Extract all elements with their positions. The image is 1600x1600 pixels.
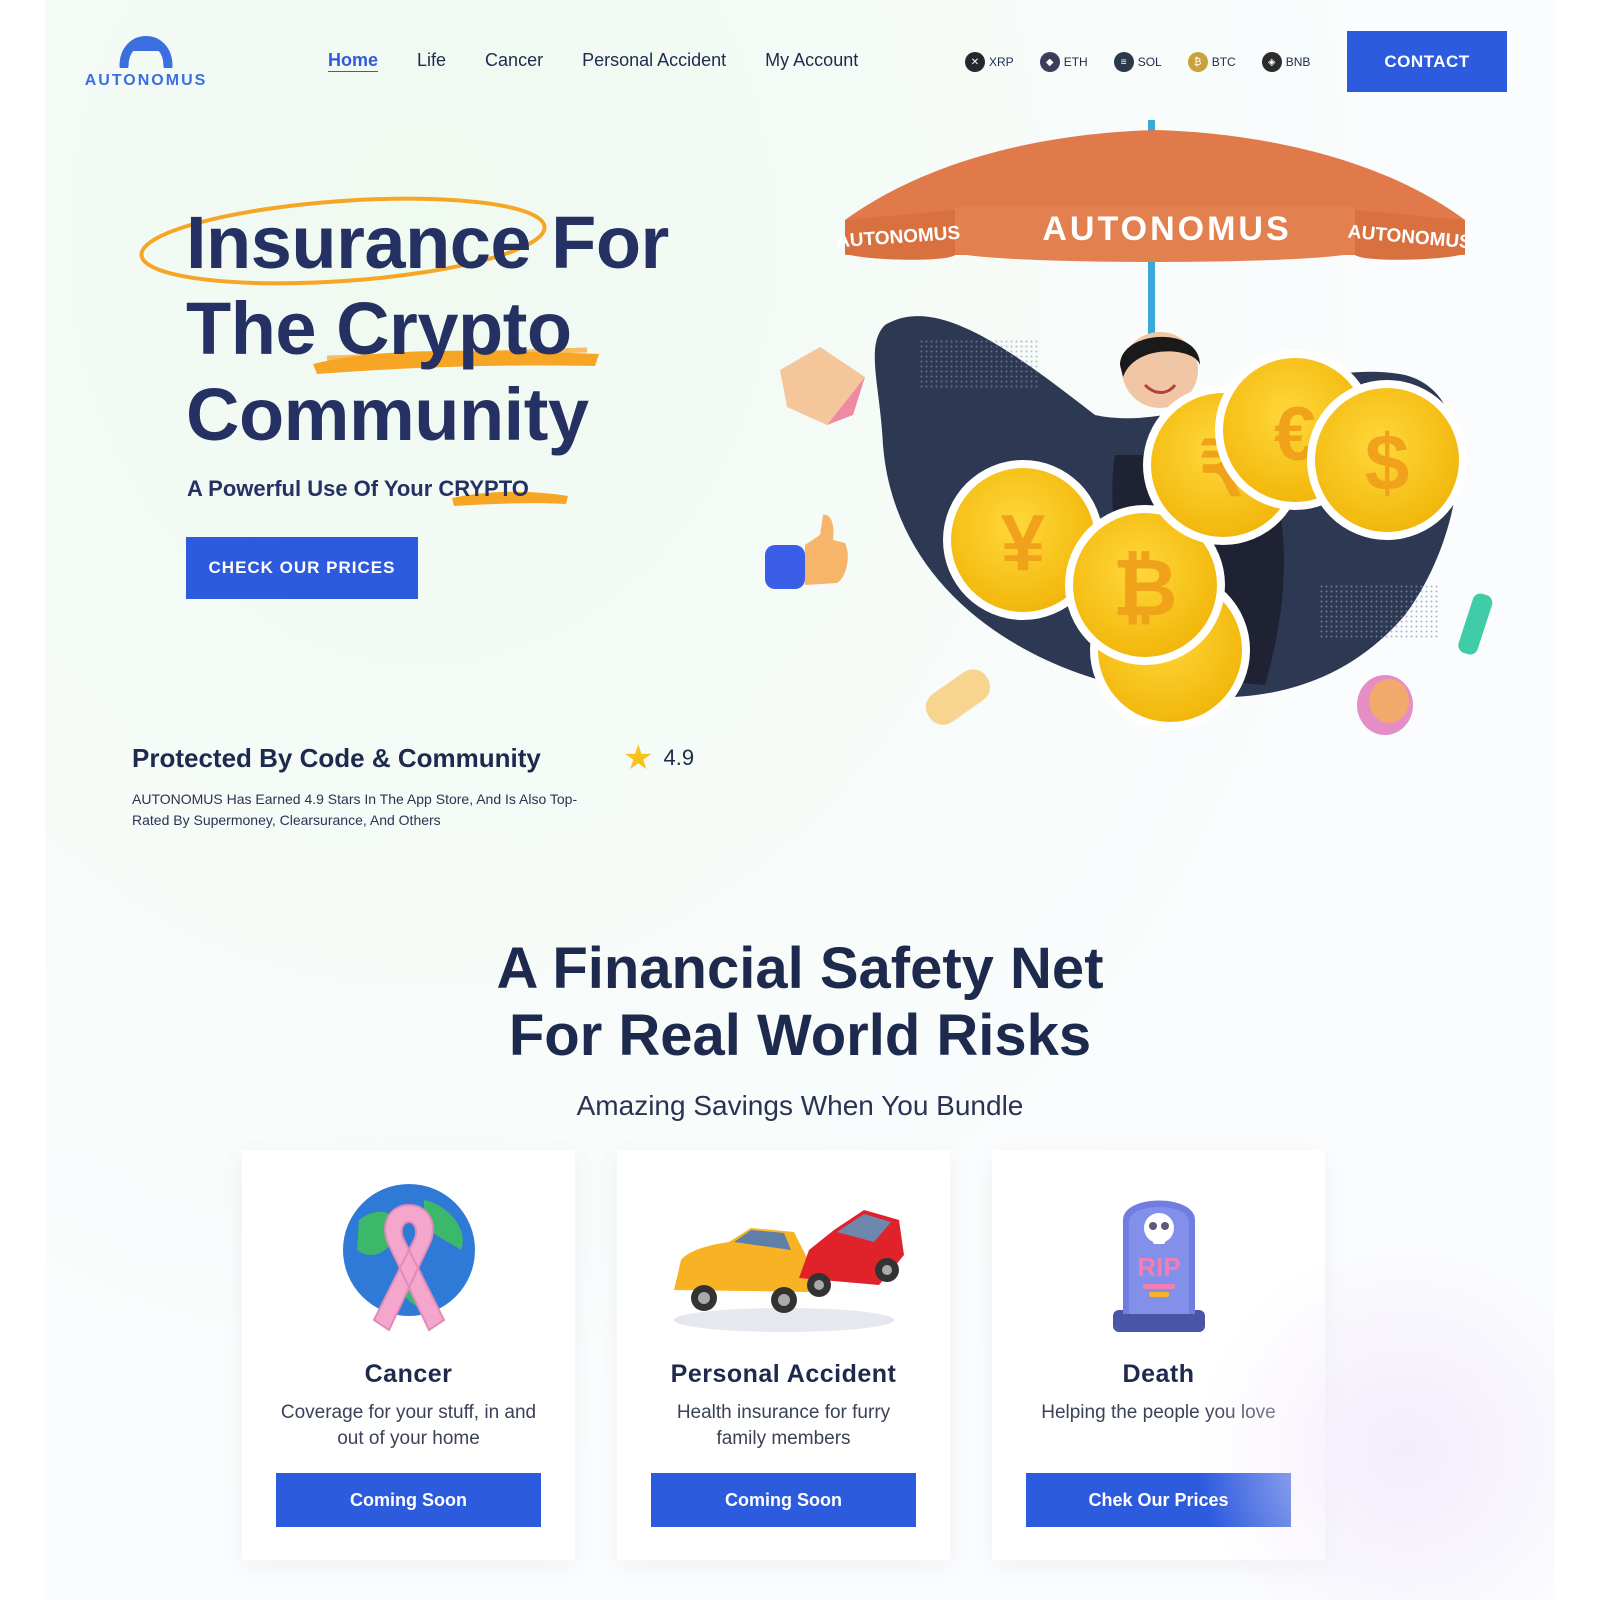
- card-cancer: Cancer Coverage for your stuff, in and o…: [242, 1150, 575, 1560]
- trust-description: AUTONOMUS Has Earned 4.9 Stars In The Ap…: [132, 791, 578, 828]
- nav-item-my-account[interactable]: My Account: [765, 50, 858, 71]
- section-subtitle: Amazing Savings When You Bundle: [576, 1090, 1024, 1121]
- brand-name: AUTONOMUS: [84, 72, 208, 89]
- hero-subtitle-prefix: A Powerful Use Of Your: [187, 476, 439, 501]
- umbrella-brand-text: AUTONOMUS: [1042, 210, 1291, 248]
- hero-subtitle-highlight: CRYPTO: [438, 476, 529, 501]
- card-title: Personal Accident: [670, 1360, 897, 1388]
- crypto-symbol: ETH: [1063, 55, 1088, 69]
- hero-title-line-2: The Crypto: [186, 287, 572, 370]
- bnb-icon: ◈: [1261, 52, 1282, 72]
- coming-soon-button[interactable]: Coming Soon: [276, 1473, 541, 1527]
- hero-title-line-3: Community: [186, 373, 589, 456]
- section-title-line-2: For Real World Risks: [508, 1003, 1092, 1068]
- crypto-ticker-list: ✕ XRP ◆ ETH ≡ SOL ₿ BTC ◈ BNB: [965, 52, 1336, 72]
- crypto-item-eth[interactable]: ◆ ETH: [1039, 52, 1088, 72]
- crypto-symbol: BTC: [1211, 55, 1236, 69]
- sol-icon: ≡: [1113, 52, 1134, 72]
- svg-text:RIP: RIP: [1137, 1252, 1180, 1282]
- card-description: Health insurance for furry family member…: [676, 1402, 891, 1449]
- hero-illustration: AUTONOMUS AUTONOMUS AUTONOMUS ¥ ₿ ₹ € $: [765, 120, 1493, 735]
- crypto-item-btc[interactable]: ₿ BTC: [1187, 52, 1236, 72]
- crypto-item-sol[interactable]: ≡ SOL: [1113, 52, 1162, 72]
- rating: ★ 4.9: [623, 738, 694, 778]
- card-title: Cancer: [364, 1360, 453, 1388]
- nav-item-life[interactable]: Life: [417, 50, 446, 71]
- page: AUTONOMUS Home Life Cancer Personal Acci…: [45, 0, 1555, 1600]
- brand-logo[interactable]: AUTONOMUS: [81, 18, 211, 90]
- trust-title: Protected By Code & Community: [132, 743, 541, 773]
- section-title: A Financial Safety Net For Real World Ri…: [45, 935, 1555, 1069]
- contact-button[interactable]: CONTACT: [1347, 31, 1507, 92]
- crypto-item-xrp[interactable]: ✕ XRP: [965, 52, 1014, 72]
- svg-text:$: $: [1365, 418, 1410, 507]
- xrp-icon: ✕: [965, 52, 985, 72]
- card-personal-accident: Personal Accident Health insurance for f…: [617, 1150, 950, 1560]
- rip-tombstone-icon: RIP: [1112, 1200, 1205, 1332]
- card-title: Death: [1122, 1360, 1195, 1388]
- thumbs-up-icon: [765, 545, 805, 589]
- crypto-symbol: SOL: [1137, 55, 1162, 69]
- logo-arch-icon: [119, 36, 173, 68]
- product-cards: Cancer Coverage for your stuff, in and o…: [242, 1150, 1367, 1560]
- svg-text:₿: ₿: [1112, 543, 1177, 632]
- btc-icon: ₿: [1187, 52, 1208, 72]
- section-title-line-1: A Financial Safety Net: [496, 936, 1104, 1001]
- coming-soon-button[interactable]: Coming Soon: [651, 1473, 916, 1527]
- main-nav: Home Life Cancer Personal Accident My Ac…: [328, 50, 897, 71]
- car-crash-icon: [673, 1210, 904, 1332]
- hero-title: Insurance For The Crypto Community: [186, 200, 746, 458]
- star-icon: ★: [623, 739, 654, 777]
- check-prices-button[interactable]: Chek Our Prices: [1026, 1473, 1291, 1527]
- check-prices-button[interactable]: CHECK OUR PRICES: [186, 537, 418, 599]
- nav-item-personal-accident[interactable]: Personal Accident: [582, 50, 726, 71]
- hero-title-line-1: Insurance For: [186, 201, 669, 284]
- nav-item-cancer[interactable]: Cancer: [485, 50, 543, 71]
- crypto-item-bnb[interactable]: ◈ BNB: [1261, 52, 1311, 72]
- eth-icon: ◆: [1039, 52, 1060, 72]
- cancer-ribbon-globe-icon: [342, 1184, 475, 1332]
- hero-subtitle: A Powerful Use Of Your CRYPTO: [187, 476, 529, 502]
- crypto-symbol: XRP: [989, 55, 1014, 69]
- rating-value: 4.9: [663, 745, 695, 770]
- nav-item-home[interactable]: Home: [328, 50, 378, 71]
- card-description: Coverage for your stuff, in and out of y…: [280, 1402, 537, 1449]
- card-description: Helping the people you love: [1041, 1402, 1276, 1423]
- card-death: RIP Death Helping the people you love Ch…: [992, 1150, 1325, 1560]
- crypto-symbol: BNB: [1285, 55, 1311, 69]
- svg-text:¥: ¥: [1001, 498, 1046, 587]
